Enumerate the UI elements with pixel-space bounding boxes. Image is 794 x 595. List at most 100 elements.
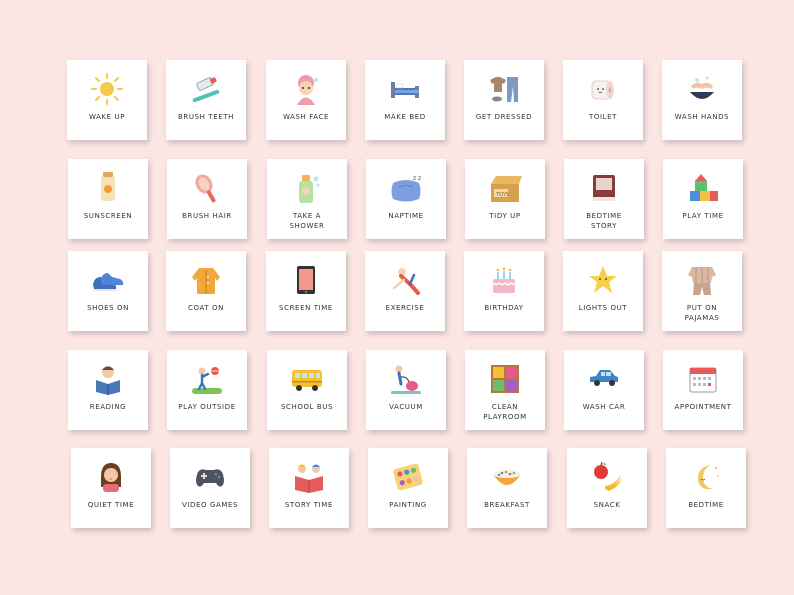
shoes-icon — [90, 263, 126, 297]
book-icon — [586, 171, 622, 205]
card-label: SHOES ON — [87, 304, 129, 312]
birthday-cake-icon — [486, 263, 522, 297]
toy-box-icon: TOYS — [487, 171, 523, 205]
routine-card: MAKE BED — [365, 60, 445, 140]
card-label: QUIET TIME — [87, 501, 135, 509]
routine-card: COAT ON — [166, 251, 246, 331]
routine-card: TOYS TIDY UP — [465, 159, 545, 239]
card-label: SUNSCREEN — [83, 212, 133, 220]
sunscreen-icon — [90, 171, 126, 205]
game-controller-icon — [192, 460, 228, 494]
routine-card: SCREEN TIME — [266, 251, 346, 331]
ball-play-icon — [189, 362, 225, 396]
story-book-icon — [291, 460, 327, 494]
card-label: WAKE UP — [88, 113, 126, 121]
card-label: EXERCISE — [385, 304, 425, 312]
card-label: APPOINTMENT — [674, 403, 732, 411]
routine-card: BREAKFAST — [467, 448, 547, 528]
card-label: BRUSH TEETH — [178, 113, 234, 121]
routine-card: WASH HANDS — [662, 60, 742, 140]
routine-card: z z NAPTIME — [366, 159, 446, 239]
routine-card: WAKE UP — [67, 60, 147, 140]
card-label: PLAY TIME — [682, 212, 724, 220]
routine-card: BEDTIME STORY — [564, 159, 644, 239]
blocks-icon — [685, 171, 721, 205]
card-label: LIGHTS OUT — [578, 304, 628, 312]
card-label: VACUUM — [389, 403, 423, 411]
bed-icon — [387, 72, 423, 106]
card-label: STORY TIME — [285, 501, 333, 509]
routine-card: WASH CAR — [564, 350, 644, 430]
routine-card: SNACK — [567, 448, 647, 528]
card-label: PAINTING — [389, 501, 427, 509]
card-label: MAKE BED — [384, 113, 426, 121]
card-label: NAPTIME — [388, 212, 424, 220]
cereal-bowl-icon — [489, 460, 525, 494]
sun-icon — [89, 72, 125, 106]
card-label: VIDEO GAMES — [181, 501, 239, 509]
routine-card: QUIET TIME — [71, 448, 151, 528]
card-label: TAKE A SHOWER — [289, 212, 325, 230]
routine-card: STORY TIME — [269, 448, 349, 528]
card-label: PUT ON PAJAMAS — [684, 304, 720, 322]
calendar-icon — [685, 362, 721, 396]
card-label: BREAKFAST — [484, 501, 530, 509]
routine-card: PUT ON PAJAMAS — [662, 251, 742, 331]
toilet-paper-icon — [585, 72, 621, 106]
car-icon — [586, 362, 622, 396]
card-label: TIDY UP — [489, 212, 521, 220]
routine-card: WASH FACE — [266, 60, 346, 140]
routine-card: EXERCISE — [365, 251, 445, 331]
wash-hands-icon — [684, 72, 720, 106]
routine-card: PLAY OUTSIDE — [167, 350, 247, 430]
star-icon — [585, 263, 621, 297]
pajamas-icon — [684, 263, 720, 297]
routine-card: PAINTING — [368, 448, 448, 528]
reading-child-icon — [90, 362, 126, 396]
moon-icon — [688, 460, 724, 494]
wash-face-icon — [288, 72, 324, 106]
card-label: WASH HANDS — [674, 113, 730, 121]
routine-card: APPOINTMENT — [663, 350, 743, 430]
quiet-girl-icon — [93, 460, 129, 494]
card-label: TOILET — [588, 113, 618, 121]
routine-cards-board: WAKE UP BRUSH TEETH WASH FACE MAKE BED GET D… — [0, 0, 794, 595]
school-bus-icon — [289, 362, 325, 396]
routine-card: SCHOOL BUS — [267, 350, 347, 430]
card-label: BEDTIME — [688, 501, 724, 509]
card-label: BEDTIME STORY — [586, 212, 622, 230]
coat-icon — [188, 263, 224, 297]
routine-card: SHOES ON — [68, 251, 148, 331]
card-label: SNACK — [593, 501, 621, 509]
routine-card: VACUUM — [366, 350, 446, 430]
routine-card: TAKE A SHOWER — [267, 159, 347, 239]
card-label: CLEAN PLAYROOM — [483, 403, 527, 421]
card-label: GET DRESSED — [475, 113, 533, 121]
card-label: SCHOOL BUS — [280, 403, 334, 411]
card-label: WASH CAR — [582, 403, 626, 411]
routine-card: BRUSH HAIR — [167, 159, 247, 239]
card-label: COAT ON — [188, 304, 224, 312]
shower-bottle-icon — [289, 171, 325, 205]
pillow-icon: z z — [388, 171, 424, 205]
paint-palette-icon — [390, 460, 426, 494]
svg-text:TOYS: TOYS — [495, 192, 509, 198]
fruit-icon — [589, 460, 625, 494]
routine-card: PLAY TIME — [663, 159, 743, 239]
routine-card: BRUSH TEETH — [166, 60, 246, 140]
routine-card: BEDTIME — [666, 448, 746, 528]
routine-card: VIDEO GAMES — [170, 448, 250, 528]
routine-card: TOILET — [563, 60, 643, 140]
routine-card: BIRTHDAY — [464, 251, 544, 331]
toothbrush-icon — [188, 72, 224, 106]
clothes-icon — [486, 72, 522, 106]
routine-card: LIGHTS OUT — [563, 251, 643, 331]
card-label: BRUSH HAIR — [182, 212, 232, 220]
routine-card: CLEAN PLAYROOM — [465, 350, 545, 430]
card-label: PLAY OUTSIDE — [178, 403, 236, 411]
shelves-icon — [487, 362, 523, 396]
routine-card: GET DRESSED — [464, 60, 544, 140]
vacuum-icon — [388, 362, 424, 396]
svg-text:z z: z z — [413, 175, 421, 182]
card-label: BIRTHDAY — [484, 304, 524, 312]
